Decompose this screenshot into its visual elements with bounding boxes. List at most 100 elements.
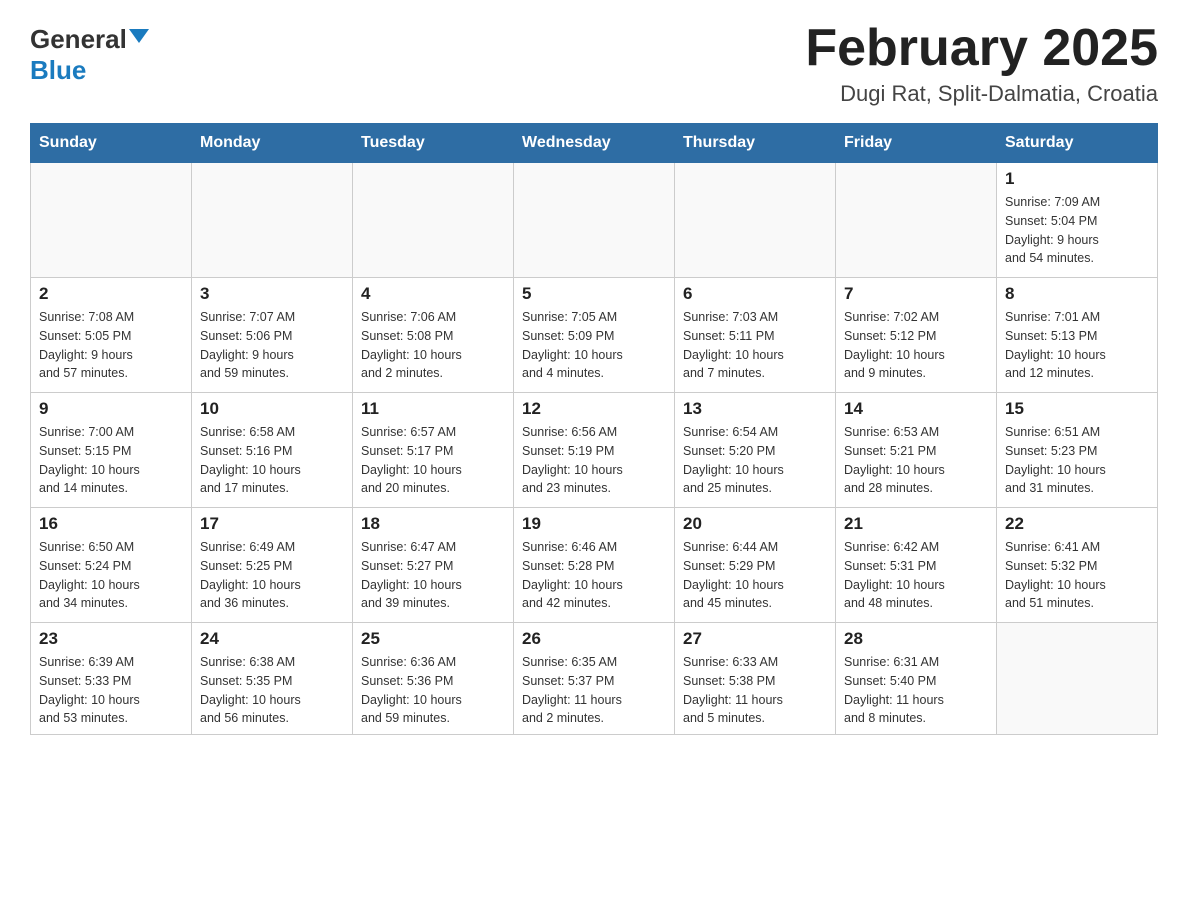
calendar-week-2: 9 Sunrise: 7:00 AMSunset: 5:15 PMDaylight…: [31, 393, 1158, 508]
day-info: Sunrise: 6:39 AMSunset: 5:33 PMDaylight:…: [39, 653, 183, 728]
calendar-cell: 27 Sunrise: 6:33 AMSunset: 5:38 PMDayligh…: [675, 623, 836, 735]
calendar-cell: 2 Sunrise: 7:08 AMSunset: 5:05 PMDaylight…: [31, 278, 192, 393]
calendar-cell: 3 Sunrise: 7:07 AMSunset: 5:06 PMDaylight…: [192, 278, 353, 393]
day-number: 8: [1005, 284, 1149, 304]
month-title: February 2025: [805, 20, 1158, 77]
logo-blue: Blue: [30, 55, 86, 85]
day-number: 16: [39, 514, 183, 534]
location-subtitle: Dugi Rat, Split-Dalmatia, Croatia: [805, 81, 1158, 107]
day-info: Sunrise: 7:02 AMSunset: 5:12 PMDaylight:…: [844, 308, 988, 383]
calendar-cell: 5 Sunrise: 7:05 AMSunset: 5:09 PMDaylight…: [514, 278, 675, 393]
day-info: Sunrise: 7:00 AMSunset: 5:15 PMDaylight:…: [39, 423, 183, 498]
day-info: Sunrise: 6:54 AMSunset: 5:20 PMDaylight:…: [683, 423, 827, 498]
day-number: 4: [361, 284, 505, 304]
day-number: 9: [39, 399, 183, 419]
calendar-cell: 4 Sunrise: 7:06 AMSunset: 5:08 PMDaylight…: [353, 278, 514, 393]
calendar-cell: 19Sunrise: 6:46 AMSunset: 5:28 PMDayligh…: [514, 508, 675, 623]
title-area: February 2025 Dugi Rat, Split-Dalmatia, …: [805, 20, 1158, 107]
calendar-cell: 15Sunrise: 6:51 AMSunset: 5:23 PMDayligh…: [997, 393, 1158, 508]
calendar-cell: 12 Sunrise: 6:56 AMSunset: 5:19 PMDayligh…: [514, 393, 675, 508]
day-number: 25: [361, 629, 505, 649]
day-info: Sunrise: 7:05 AMSunset: 5:09 PMDaylight:…: [522, 308, 666, 383]
day-info: Sunrise: 6:35 AMSunset: 5:37 PMDaylight:…: [522, 653, 666, 728]
weekday-header-wednesday: Wednesday: [514, 124, 675, 163]
logo: General Blue: [30, 20, 149, 86]
day-info: Sunrise: 7:09 AMSunset: 5:04 PMDaylight:…: [1005, 193, 1149, 268]
day-number: 21: [844, 514, 988, 534]
day-number: 22: [1005, 514, 1149, 534]
calendar-table: SundayMondayTuesdayWednesdayThursdayFrid…: [30, 123, 1158, 735]
day-number: 20: [683, 514, 827, 534]
calendar-cell: 24Sunrise: 6:38 AMSunset: 5:35 PMDayligh…: [192, 623, 353, 735]
weekday-header-sunday: Sunday: [31, 124, 192, 163]
calendar-cell: 14 Sunrise: 6:53 AMSunset: 5:21 PMDayligh…: [836, 393, 997, 508]
calendar-cell: 26 Sunrise: 6:35 AMSunset: 5:37 PMDayligh…: [514, 623, 675, 735]
calendar-cell: 22 Sunrise: 6:41 AMSunset: 5:32 PMDayligh…: [997, 508, 1158, 623]
day-info: Sunrise: 6:58 AMSunset: 5:16 PMDaylight:…: [200, 423, 344, 498]
calendar-week-0: 1 Sunrise: 7:09 AMSunset: 5:04 PMDaylight…: [31, 163, 1158, 278]
day-number: 7: [844, 284, 988, 304]
weekday-header-row: SundayMondayTuesdayWednesdayThursdayFrid…: [31, 124, 1158, 163]
day-info: Sunrise: 6:36 AMSunset: 5:36 PMDaylight:…: [361, 653, 505, 728]
calendar-week-3: 16 Sunrise: 6:50 AMSunset: 5:24 PMDayligh…: [31, 508, 1158, 623]
day-number: 28: [844, 629, 988, 649]
day-info: Sunrise: 6:46 AMSunset: 5:28 PMDaylight:…: [522, 538, 666, 613]
day-info: Sunrise: 6:41 AMSunset: 5:32 PMDaylight:…: [1005, 538, 1149, 613]
day-number: 5: [522, 284, 666, 304]
calendar-week-1: 2 Sunrise: 7:08 AMSunset: 5:05 PMDaylight…: [31, 278, 1158, 393]
calendar-cell: 10Sunrise: 6:58 AMSunset: 5:16 PMDayligh…: [192, 393, 353, 508]
weekday-header-friday: Friday: [836, 124, 997, 163]
day-number: 1: [1005, 169, 1149, 189]
calendar-cell: 28Sunrise: 6:31 AMSunset: 5:40 PMDayligh…: [836, 623, 997, 735]
calendar-cell: 11Sunrise: 6:57 AMSunset: 5:17 PMDayligh…: [353, 393, 514, 508]
day-info: Sunrise: 7:01 AMSunset: 5:13 PMDaylight:…: [1005, 308, 1149, 383]
day-number: 17: [200, 514, 344, 534]
day-number: 26: [522, 629, 666, 649]
logo-arrow-icon: [129, 29, 149, 43]
calendar-cell: [675, 163, 836, 278]
day-info: Sunrise: 7:08 AMSunset: 5:05 PMDaylight:…: [39, 308, 183, 383]
day-number: 12: [522, 399, 666, 419]
day-info: Sunrise: 7:07 AMSunset: 5:06 PMDaylight:…: [200, 308, 344, 383]
day-info: Sunrise: 6:53 AMSunset: 5:21 PMDaylight:…: [844, 423, 988, 498]
calendar-cell: [514, 163, 675, 278]
calendar-cell: [997, 623, 1158, 735]
weekday-header-saturday: Saturday: [997, 124, 1158, 163]
calendar-cell: 6 Sunrise: 7:03 AMSunset: 5:11 PMDaylight…: [675, 278, 836, 393]
day-number: 6: [683, 284, 827, 304]
day-number: 11: [361, 399, 505, 419]
calendar-cell: 8 Sunrise: 7:01 AMSunset: 5:13 PMDaylight…: [997, 278, 1158, 393]
calendar-cell: 7 Sunrise: 7:02 AMSunset: 5:12 PMDaylight…: [836, 278, 997, 393]
day-info: Sunrise: 7:03 AMSunset: 5:11 PMDaylight:…: [683, 308, 827, 383]
calendar-cell: 17 Sunrise: 6:49 AMSunset: 5:25 PMDayligh…: [192, 508, 353, 623]
day-number: 15: [1005, 399, 1149, 419]
day-number: 2: [39, 284, 183, 304]
day-info: Sunrise: 6:33 AMSunset: 5:38 PMDaylight:…: [683, 653, 827, 728]
day-info: Sunrise: 6:50 AMSunset: 5:24 PMDaylight:…: [39, 538, 183, 613]
calendar-week-4: 23 Sunrise: 6:39 AMSunset: 5:33 PMDayligh…: [31, 623, 1158, 735]
day-info: Sunrise: 7:06 AMSunset: 5:08 PMDaylight:…: [361, 308, 505, 383]
day-number: 23: [39, 629, 183, 649]
calendar-cell: [192, 163, 353, 278]
logo-general: General: [30, 24, 127, 55]
day-number: 24: [200, 629, 344, 649]
day-number: 3: [200, 284, 344, 304]
calendar-cell: 21 Sunrise: 6:42 AMSunset: 5:31 PMDayligh…: [836, 508, 997, 623]
day-info: Sunrise: 6:47 AMSunset: 5:27 PMDaylight:…: [361, 538, 505, 613]
day-info: Sunrise: 6:42 AMSunset: 5:31 PMDaylight:…: [844, 538, 988, 613]
calendar-cell: 9 Sunrise: 7:00 AMSunset: 5:15 PMDaylight…: [31, 393, 192, 508]
calendar-cell: 23 Sunrise: 6:39 AMSunset: 5:33 PMDayligh…: [31, 623, 192, 735]
calendar-cell: 18Sunrise: 6:47 AMSunset: 5:27 PMDayligh…: [353, 508, 514, 623]
day-info: Sunrise: 6:49 AMSunset: 5:25 PMDaylight:…: [200, 538, 344, 613]
day-info: Sunrise: 6:56 AMSunset: 5:19 PMDaylight:…: [522, 423, 666, 498]
calendar-cell: [353, 163, 514, 278]
weekday-header-tuesday: Tuesday: [353, 124, 514, 163]
calendar-cell: 1 Sunrise: 7:09 AMSunset: 5:04 PMDaylight…: [997, 163, 1158, 278]
day-number: 14: [844, 399, 988, 419]
day-number: 13: [683, 399, 827, 419]
day-number: 27: [683, 629, 827, 649]
calendar-cell: 13 Sunrise: 6:54 AMSunset: 5:20 PMDayligh…: [675, 393, 836, 508]
calendar-cell: [836, 163, 997, 278]
weekday-header-monday: Monday: [192, 124, 353, 163]
page-header: General Blue February 2025 Dugi Rat, Spl…: [30, 20, 1158, 107]
